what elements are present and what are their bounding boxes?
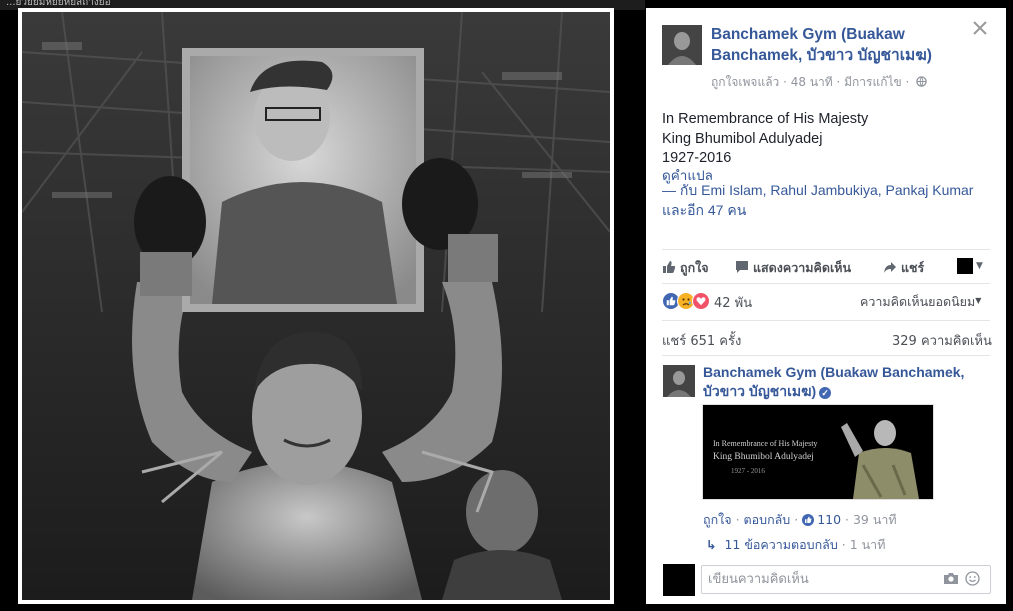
comment-button[interactable]: แสดงความคิดเห็น xyxy=(735,258,851,278)
separator: · xyxy=(735,512,744,527)
reaction-count[interactable]: 42 พัน xyxy=(714,292,752,313)
emoji-icon[interactable] xyxy=(965,571,980,586)
like-reaction-icon xyxy=(802,514,815,526)
divider xyxy=(662,320,990,321)
comment-time[interactable]: 39 นาที xyxy=(853,512,897,527)
photo-illustration xyxy=(22,12,610,600)
separator: · xyxy=(841,537,850,552)
image-caption-line: King Bhumibol Adulyadej xyxy=(713,452,814,462)
tagged-people[interactable]: — กับ Emi Islam, Rahul Jambukiya, Pankaj… xyxy=(662,181,982,220)
comment-label: แสดงความคิดเห็น xyxy=(753,260,852,275)
separator: · xyxy=(845,512,853,527)
avatar-image xyxy=(663,365,695,397)
page-name-link[interactable]: Banchamek Gym (Buakaw Banchamek, บัวขาว … xyxy=(711,24,981,66)
avatar-image xyxy=(662,25,702,65)
image-caption-line: In Remembrance of His Majesty xyxy=(713,439,818,448)
top-comments-label: ความคิดเห็นยอดนิยม xyxy=(860,294,976,309)
post-meta-text: ถูกใจเพจแล้ว · 48 นาที · มีการแก้ไข · xyxy=(711,75,910,89)
like-button[interactable]: ถูกใจ xyxy=(662,258,709,278)
post-meta: ถูกใจเพจแล้ว · 48 นาที · มีการแก้ไข · xyxy=(711,73,927,92)
comment-author[interactable]: Banchamek Gym (Buakaw Banchamek, บัวขาว … xyxy=(703,363,993,401)
like-label: ถูกใจ xyxy=(680,260,709,275)
comment-icon xyxy=(736,261,748,273)
share-icon xyxy=(884,262,896,273)
image-figure xyxy=(841,420,919,499)
divider xyxy=(662,355,990,356)
reply-arrow-icon: ↳ xyxy=(706,537,717,552)
comment-like-link[interactable]: ถูกใจ xyxy=(703,512,732,527)
comment-reply-link[interactable]: ตอบกลับ xyxy=(744,512,791,527)
post-text: In Remembrance of His Majesty King Bhumi… xyxy=(662,110,868,169)
post-text-line: King Bhumibol Adulyadej xyxy=(662,130,823,147)
share-count[interactable]: แชร์ 651 ครั้ง xyxy=(662,330,741,351)
posting-as-avatar[interactable] xyxy=(957,258,973,274)
divider xyxy=(662,249,990,250)
verified-badge-icon: ✓ xyxy=(819,387,832,399)
post-photo[interactable] xyxy=(22,12,610,600)
comment-count[interactable]: 329 ความคิดเห็น xyxy=(892,330,992,351)
image-caption-line: 1927 - 2016 xyxy=(731,467,765,475)
replies-time: 1 นาที xyxy=(849,537,886,552)
heart-icon xyxy=(696,297,706,306)
divider xyxy=(662,283,990,284)
like-count-value: 110 xyxy=(817,512,842,527)
comment-like-count[interactable]: 110 xyxy=(802,512,841,527)
current-user-avatar xyxy=(663,564,695,596)
share-button[interactable]: แชร์ xyxy=(883,258,924,278)
comment-author-avatar[interactable] xyxy=(663,365,695,397)
comment-image[interactable]: In Remembrance of His Majesty King Bhumi… xyxy=(702,404,934,500)
camera-icon[interactable] xyxy=(944,573,958,584)
share-label: แชร์ xyxy=(901,260,925,275)
comment-author-name: Banchamek Gym (Buakaw Banchamek, บัวขาว … xyxy=(703,364,965,399)
thumbs-up-icon xyxy=(666,296,676,306)
separator: · xyxy=(794,512,803,527)
view-replies-link[interactable]: ↳ 11 ข้อความตอบกลับ · 1 นาที xyxy=(706,535,885,555)
chevron-down-icon[interactable]: ▼ xyxy=(976,261,983,271)
thumbs-up-icon xyxy=(663,261,676,273)
chevron-down-icon: ▼ xyxy=(975,296,982,305)
page-avatar[interactable] xyxy=(662,25,702,65)
top-comments-selector[interactable]: ความคิดเห็นยอดนิยม▼ xyxy=(860,292,981,312)
love-reaction-icon xyxy=(692,292,710,310)
post-text-line: In Remembrance of His Majesty xyxy=(662,111,869,127)
comment-actions: ถูกใจ · ตอบกลับ · 110 · 39 นาที xyxy=(703,510,897,530)
globe-icon xyxy=(916,76,927,87)
replies-label: 11 ข้อความตอบกลับ xyxy=(724,537,838,552)
